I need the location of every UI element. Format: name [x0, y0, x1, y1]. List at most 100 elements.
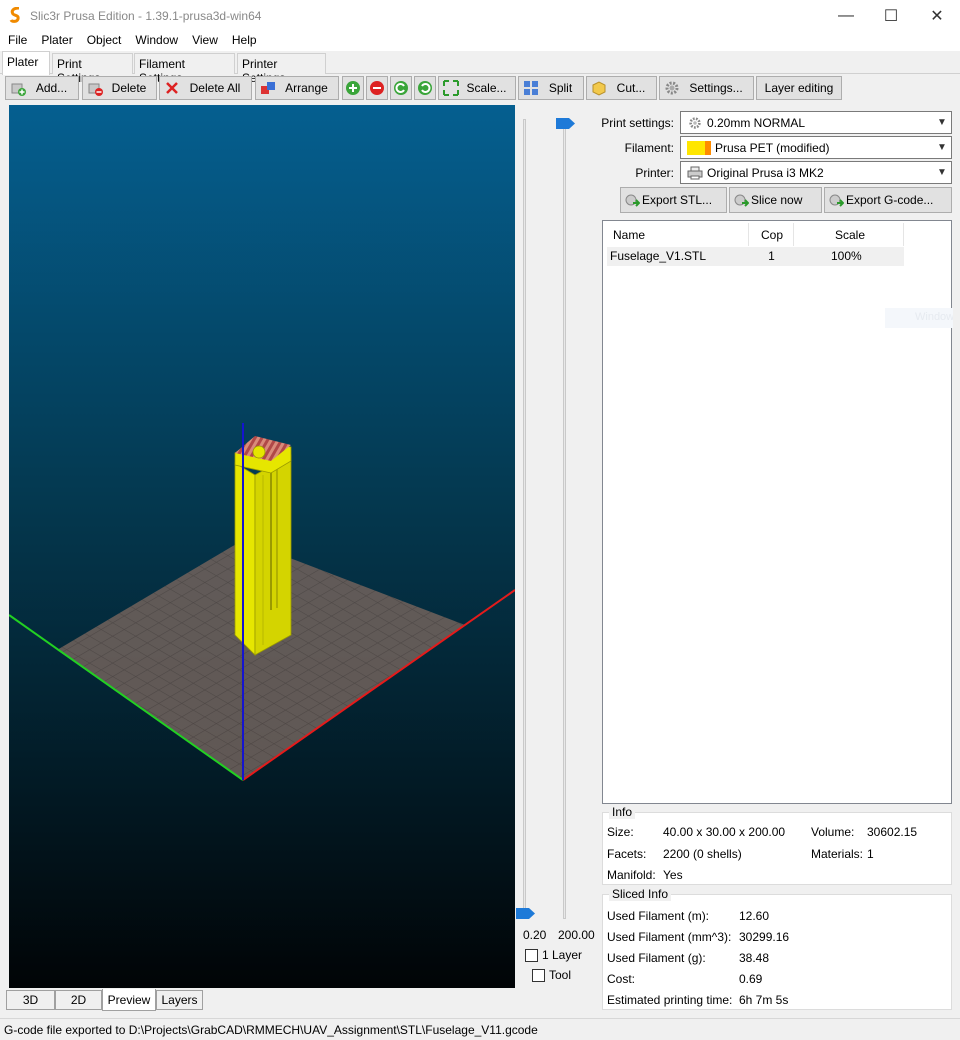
- column-header-copies[interactable]: Cop: [749, 223, 794, 246]
- arrange-button-label: Arrange: [285, 81, 328, 95]
- rotate-cw-button[interactable]: [414, 76, 436, 100]
- sliced-info-group: Sliced Info Used Filament (m): 12.60 Use…: [602, 887, 952, 1010]
- chevron-down-icon: ▼: [937, 117, 947, 128]
- scale-button[interactable]: Scale...: [438, 76, 516, 100]
- one-layer-check-box[interactable]: [525, 948, 538, 962]
- print-settings-value: 0.20mm NORMAL: [707, 115, 806, 130]
- export-icon: [625, 194, 640, 207]
- layer-editing-button[interactable]: Layer editing: [756, 76, 842, 100]
- settings-button-label: Settings...: [689, 81, 743, 95]
- minus-icon: [370, 81, 384, 95]
- filament-combo[interactable]: Prusa PET (modified) ▼: [680, 136, 952, 159]
- tool-checkbox[interactable]: Tool: [532, 968, 571, 982]
- print-settings-label: Print settings:: [601, 116, 674, 130]
- window-title: Slic3r Prusa Edition - 1.39.1-prusa3d-wi…: [30, 9, 262, 23]
- slice-now-label: Slice now: [751, 193, 803, 207]
- delete-button[interactable]: Delete: [82, 76, 157, 100]
- tab-plater[interactable]: Plater: [2, 51, 50, 75]
- gear-icon: [665, 81, 679, 95]
- object-list[interactable]: Name Cop Scale Fuselage_V1.STL 1 100% Wi…: [602, 220, 953, 804]
- view-tab-3d[interactable]: 3D: [6, 990, 55, 1010]
- split-button-label: Split: [548, 81, 573, 95]
- used-filament-g-label: Used Filament (g):: [607, 951, 706, 965]
- title-bar: Slic3r Prusa Edition - 1.39.1-prusa3d-wi…: [0, 0, 960, 31]
- object-settings-button[interactable]: Settings...: [659, 76, 754, 100]
- object-name-cell[interactable]: Fuselage_V1.STL: [607, 247, 749, 266]
- layer-slider-top-handle[interactable]: [556, 118, 575, 129]
- add-button[interactable]: Add...: [5, 76, 79, 100]
- printer-value: Original Prusa i3 MK2: [707, 165, 824, 180]
- materials-value: 1: [867, 847, 874, 861]
- print-settings-combo[interactable]: 0.20mm NORMAL ▼: [680, 111, 952, 134]
- volume-value: 30602.15: [867, 825, 918, 839]
- menu-object[interactable]: Object: [79, 31, 128, 51]
- split-icon: [524, 81, 538, 95]
- menu-window[interactable]: Window: [127, 31, 184, 51]
- close-button[interactable]: ✕: [914, 0, 960, 31]
- info-group: Info Size: 40.00 x 30.00 x 200.00 Volume…: [602, 805, 952, 885]
- printer-combo[interactable]: Original Prusa i3 MK2 ▼: [680, 161, 952, 184]
- menu-file[interactable]: File: [0, 31, 33, 51]
- preview-viewport[interactable]: [9, 105, 515, 988]
- info-title: Info: [609, 805, 636, 819]
- delete-all-button[interactable]: Delete All: [159, 76, 252, 100]
- preview-scene: [9, 423, 515, 781]
- slic3r-logo-icon: [9, 7, 20, 23]
- filament-color-swatch-icon: [687, 140, 711, 155]
- slice-now-button[interactable]: Slice now: [729, 187, 822, 213]
- decrease-copies-button[interactable]: [366, 76, 388, 100]
- chevron-down-icon: ▼: [937, 167, 947, 178]
- tab-filament-settings[interactable]: Filament Settings: [134, 53, 235, 85]
- column-header-scale[interactable]: Scale: [794, 223, 904, 246]
- view-tab-preview[interactable]: Preview: [102, 989, 156, 1011]
- slice-icon: [734, 194, 749, 207]
- plater-toolbar: Add... Delete Delete All Arrange Scale..…: [0, 75, 960, 102]
- one-layer-label: 1 Layer: [542, 948, 583, 962]
- menu-view[interactable]: View: [184, 31, 224, 51]
- rotate-right-icon: [418, 81, 432, 95]
- object-scale-cell[interactable]: 100%: [794, 247, 904, 266]
- tab-print-settings[interactable]: Print Settings: [52, 53, 133, 85]
- sliced-info-title: Sliced Info: [609, 887, 672, 901]
- minimize-button[interactable]: —: [823, 0, 869, 31]
- export-gcode-button[interactable]: Export G-code...: [824, 187, 952, 213]
- menu-help[interactable]: Help: [224, 31, 263, 51]
- view-tab-2d[interactable]: 2D: [55, 990, 102, 1010]
- status-bar: G-code file exported to D:\Projects\Grab…: [0, 1018, 960, 1040]
- increase-copies-button[interactable]: [342, 76, 364, 100]
- cost-value: 0.69: [739, 972, 763, 986]
- layer-max-value: 200.00: [558, 928, 595, 942]
- one-layer-checkbox[interactable]: 1 Layer: [525, 948, 582, 962]
- used-filament-mm3-label: Used Filament (mm^3):: [607, 930, 732, 944]
- used-filament-m-value: 12.60: [739, 909, 770, 923]
- delete-object-icon: [88, 83, 103, 96]
- rotate-left-icon: [394, 81, 408, 95]
- tab-printer-settings[interactable]: Printer Settings: [237, 53, 326, 85]
- filament-label: Filament:: [624, 141, 674, 155]
- layer-min-value: 0.20: [523, 928, 547, 942]
- cut-button[interactable]: Cut...: [586, 76, 657, 100]
- tool-check-box[interactable]: [532, 968, 545, 982]
- add-object-icon: [11, 83, 26, 96]
- volume-label: Volume:: [811, 825, 855, 839]
- cut-icon: [592, 81, 606, 96]
- used-filament-mm3-value: 30299.16: [739, 930, 790, 944]
- export-stl-button[interactable]: Export STL...: [620, 187, 727, 213]
- manifold-value: Yes: [663, 868, 683, 882]
- rotate-ccw-button[interactable]: [390, 76, 412, 100]
- arrange-button[interactable]: Arrange: [255, 76, 339, 100]
- split-button[interactable]: Split: [518, 76, 584, 100]
- layer-slider-track-left[interactable]: [523, 119, 526, 919]
- facets-value: 2200 (0 shells): [663, 847, 742, 861]
- column-header-name[interactable]: Name: [607, 223, 749, 246]
- layer-slider-bottom-handle[interactable]: [516, 908, 535, 919]
- view-tab-layers[interactable]: Layers: [156, 990, 203, 1010]
- menu-plater[interactable]: Plater: [33, 31, 78, 51]
- object-copies-cell[interactable]: 1: [749, 247, 794, 266]
- export-gcode-label: Export G-code...: [846, 193, 934, 207]
- export-gcode-icon: [829, 194, 844, 207]
- chevron-down-icon: ▼: [937, 142, 947, 153]
- layer-slider-track-right[interactable]: [563, 119, 566, 919]
- tool-label: Tool: [549, 968, 572, 982]
- maximize-button[interactable]: ☐: [868, 0, 914, 31]
